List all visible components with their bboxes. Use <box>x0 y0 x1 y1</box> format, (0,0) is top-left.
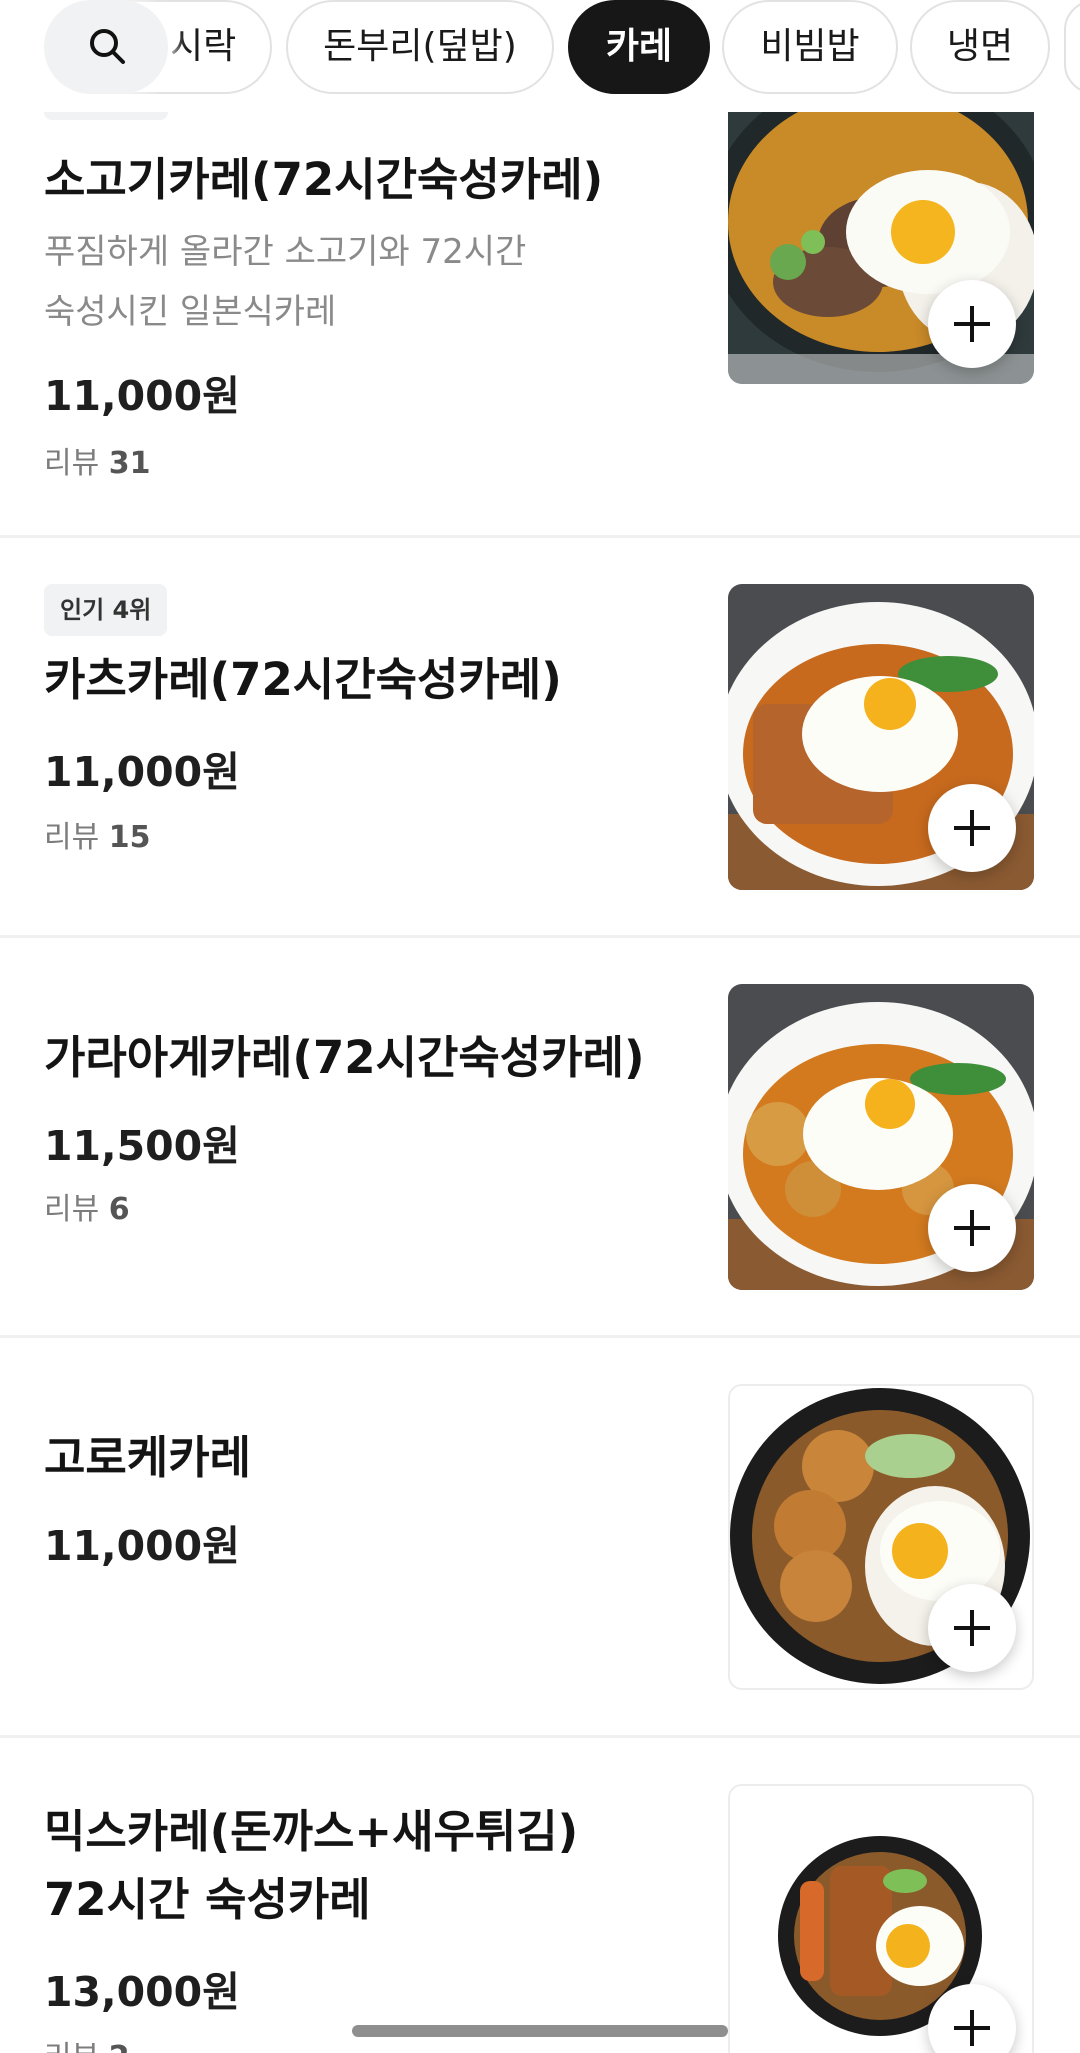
menu-item[interactable]: 믹스카레(돈까스+새우튀김) 72시간 숙성카레 13,000원 리뷰 2 <box>0 1738 1080 2053</box>
menu-item-description-line: 푸짐하게 올라간 소고기와 72시간 <box>44 232 527 272</box>
menu-item-price: 11,000원 <box>44 1522 240 1570</box>
category-tab-bar: 시락 돈부리(덮밥) 카레 비빔밥 냉면 <box>0 0 1080 112</box>
tab-label: 돈부리(덮밥) <box>323 26 517 67</box>
menu-item-name: 소고기카레(72시간숙성카레) <box>44 153 604 206</box>
menu-item-review: 리뷰 31 <box>44 442 151 486</box>
tab-label: 냉면 <box>946 26 1014 67</box>
menu-item-name: 카츠카레(72시간숙성카레) <box>44 653 562 706</box>
plus-icon <box>954 2010 990 2046</box>
menu-item-price: 11,000원 <box>44 748 240 796</box>
add-to-cart-button[interactable] <box>928 784 1016 872</box>
review-label: 리뷰 <box>44 446 100 481</box>
home-indicator[interactable] <box>352 2025 728 2037</box>
menu-item-review: 리뷰 2 <box>44 2036 130 2053</box>
tab-curry[interactable]: 카레 <box>568 0 710 94</box>
tab-bibimbap[interactable]: 비빔밥 <box>722 0 898 94</box>
menu-item-price: 13,000원 <box>44 1968 240 2016</box>
menu-item-name: 가라아게카레(72시간숙성카레) <box>44 1031 645 1084</box>
menu-item-price: 11,000원 <box>44 372 240 420</box>
plus-icon <box>954 306 990 342</box>
plus-icon <box>954 1210 990 1246</box>
search-icon <box>90 29 125 64</box>
review-label: 리뷰 <box>44 2040 99 2053</box>
menu-item-review: 리뷰 6 <box>44 1188 130 1232</box>
review-count: 31 <box>108 446 151 481</box>
review-label: 리뷰 <box>44 1192 100 1227</box>
review-label: 리뷰 <box>44 820 100 855</box>
plus-icon <box>954 810 990 846</box>
menu-item-name-line: 믹스카레(돈까스+새우튀김) <box>44 1805 579 1858</box>
menu-item[interactable]: 소고기카레(72시간숙성카레) 푸짐하게 올라간 소고기와 72시간 숙성시킨 … <box>0 96 1080 538</box>
menu-item-review: 리뷰 15 <box>44 816 151 860</box>
review-count: 15 <box>108 820 151 855</box>
menu-item-name: 고로케카레 <box>44 1431 252 1484</box>
add-to-cart-button[interactable] <box>928 1184 1016 1272</box>
review-count: 6 <box>108 1192 130 1227</box>
menu-item[interactable]: 가라아게카레(72시간숙성카레) 11,500원 리뷰 6 <box>0 938 1080 1338</box>
add-to-cart-button[interactable] <box>928 280 1016 368</box>
tab-more[interactable] <box>1064 0 1080 94</box>
search-button[interactable] <box>44 0 168 94</box>
menu-item-price: 11,500원 <box>44 1122 240 1170</box>
menu-item[interactable]: 고로케카레 11,000원 <box>0 1338 1080 1738</box>
plus-icon <box>954 1610 990 1646</box>
add-to-cart-button[interactable] <box>928 1584 1016 1672</box>
popularity-badge: 인기 4위 <box>44 584 168 636</box>
tab-label: 비빔밥 <box>760 26 860 67</box>
menu-item-description-line: 숙성시킨 일본식카레 <box>44 292 337 332</box>
menu-item[interactable]: 인기 4위 카츠카레(72시간숙성카레) 11,000원 리뷰 15 <box>0 538 1080 938</box>
tab-label: 카레 <box>605 26 673 67</box>
tab-donburi[interactable]: 돈부리(덮밥) <box>286 0 554 94</box>
tab-label: 시락 <box>170 26 237 67</box>
menu-item-name-line: 72시간 숙성카레 <box>44 1873 371 1926</box>
tab-naengmyeon[interactable]: 냉면 <box>910 0 1050 94</box>
review-count: 2 <box>109 2040 130 2053</box>
